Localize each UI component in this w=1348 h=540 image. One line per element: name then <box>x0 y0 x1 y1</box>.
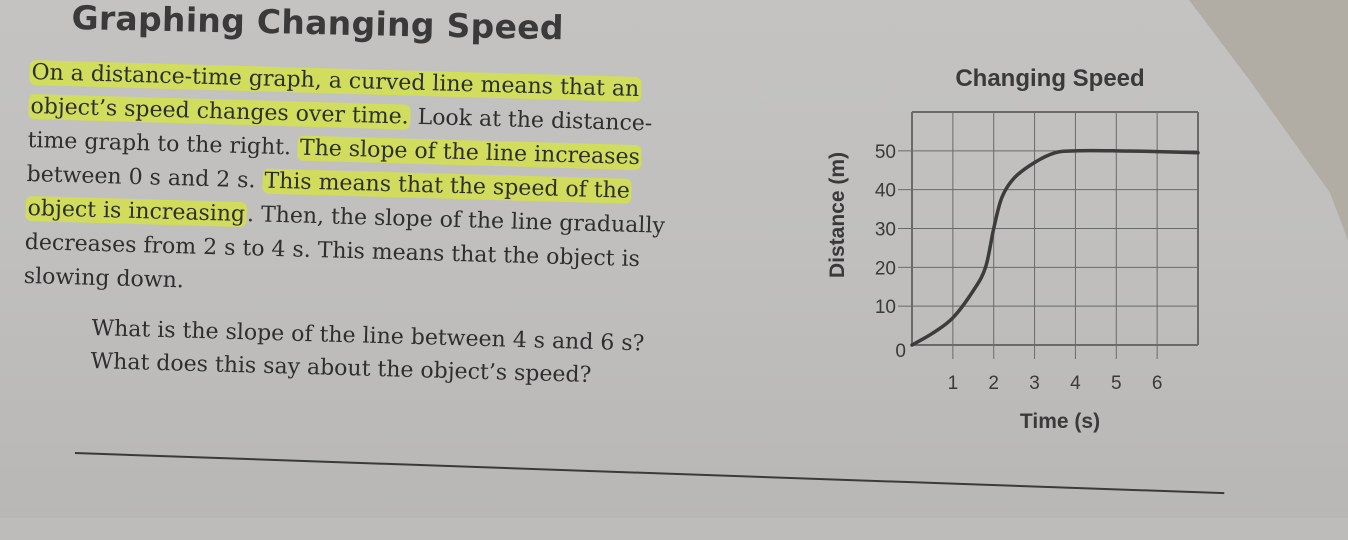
textbook-page: Graphing Changing Speed On a distance-ti… <box>0 0 1348 540</box>
y-axis-ticks: 0 10 20 30 40 50 <box>875 142 912 362</box>
highlighted-text: object’s speed changes over time. <box>28 93 412 130</box>
question-block: What is the slope of the line between 4 … <box>90 312 752 396</box>
chart-grid <box>911 111 1199 346</box>
highlighted-text: The slope of the line increases <box>297 135 643 171</box>
x-axis-label: Time (s) <box>1020 410 1100 433</box>
y-tick-label: 20 <box>875 258 896 279</box>
explanation-paragraph: On a distance-time graph, a curved line … <box>23 56 729 313</box>
x-tick-label: 5 <box>1111 373 1122 394</box>
x-tick-label: 2 <box>988 373 999 394</box>
answer-write-line[interactable] <box>74 452 1225 495</box>
x-tick-label: 3 <box>1029 373 1040 394</box>
x-tick-label: 6 <box>1152 373 1163 394</box>
highlighted-text: This means that the speed of the <box>262 168 633 204</box>
chart-title: Changing Speed <box>955 65 1144 92</box>
distance-time-chart: Changing Speed 0 10 20 30 40 50 1 2 3 4 5 6 Distan… <box>800 50 1220 450</box>
y-tick-label: 30 <box>875 220 896 241</box>
y-axis-label: Distance (m) <box>826 152 849 278</box>
chart-svg: Changing Speed 0 10 20 30 40 50 1 2 3 4 5 6 Distan… <box>826 65 1200 433</box>
plain-text: between 0 s and 2 s. <box>26 161 263 194</box>
y-tick-label: 50 <box>875 142 896 163</box>
y-tick-label: 10 <box>875 297 896 318</box>
distance-series-line <box>910 148 1200 347</box>
section-heading: Graphing Changing Speed <box>71 0 565 48</box>
x-axis-ticks: 1 2 3 4 5 6 <box>948 345 1163 394</box>
x-tick-label: 1 <box>948 373 959 394</box>
y-tick-label: 0 <box>895 341 906 362</box>
plain-text: time graph to the right. <box>27 127 299 161</box>
y-tick-label: 40 <box>875 181 896 202</box>
plain-text: Look at the distance- <box>410 104 653 137</box>
highlighted-text: object is increasing <box>25 195 248 228</box>
x-tick-label: 4 <box>1070 373 1081 394</box>
